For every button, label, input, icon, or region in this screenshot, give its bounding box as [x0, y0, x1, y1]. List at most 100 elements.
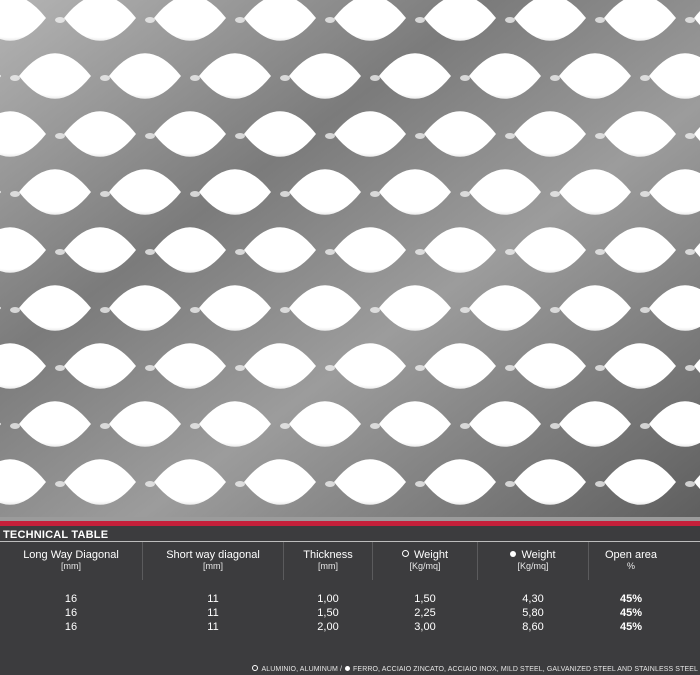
- mesh-highlight: [370, 423, 380, 429]
- header-unit: [mm]: [61, 561, 81, 571]
- mesh-highlight: [640, 75, 650, 81]
- mesh-highlight: [460, 75, 470, 81]
- mesh-highlight: [415, 17, 425, 23]
- mesh-highlight: [10, 423, 20, 429]
- mesh-highlight: [100, 191, 110, 197]
- mesh-highlight: [55, 481, 65, 487]
- header-unit: [Kg/mq]: [409, 561, 441, 571]
- mesh-highlight: [640, 423, 650, 429]
- mesh-highlight: [55, 365, 65, 371]
- mesh-highlight: [55, 249, 65, 255]
- header-weight-steel: Weight [Kg/mq]: [478, 542, 588, 580]
- mesh-highlight: [10, 191, 20, 197]
- filled-circle-icon: [510, 551, 517, 557]
- mesh-highlight: [10, 75, 20, 81]
- cell-thickness: 1,00: [317, 593, 339, 605]
- cell-open-area: 45%: [619, 593, 643, 605]
- mesh-highlight: [685, 365, 695, 371]
- cell-weight-steel: 5,80: [522, 607, 544, 619]
- mesh-highlight: [505, 17, 515, 23]
- cell-open-area: 45%: [619, 607, 643, 619]
- mesh-highlight: [460, 307, 470, 313]
- table-row: 16 11 2,00 3,00 8,60 45%: [0, 621, 700, 634]
- mesh-highlight: [550, 423, 560, 429]
- material-legend: ALUMINIO, ALUMINUM / FERRO, ACCIAIO ZINCA…: [252, 665, 698, 673]
- mesh-highlight: [100, 75, 110, 81]
- header-label: Short way diagonal: [166, 549, 260, 561]
- mesh-highlight: [550, 307, 560, 313]
- mesh-highlight: [190, 191, 200, 197]
- expanded-metal-mesh-image: [0, 0, 700, 517]
- mesh-highlight: [685, 481, 695, 487]
- mesh-highlight: [685, 133, 695, 139]
- header-label: Weight: [413, 549, 449, 561]
- cell-short-way-diagonal: 11: [207, 593, 219, 605]
- mesh-highlight: [145, 481, 155, 487]
- technical-table-panel: TECHNICAL TABLE Long Way Diagonal [mm] S…: [0, 526, 700, 675]
- mesh-highlight: [505, 481, 515, 487]
- mesh-highlight: [685, 249, 695, 255]
- mesh-highlight: [325, 17, 335, 23]
- mesh-highlight: [505, 133, 515, 139]
- cell-short-way-diagonal: 11: [207, 621, 219, 633]
- header-label: Open area: [605, 549, 657, 561]
- mesh-highlight: [595, 17, 605, 23]
- mesh-highlight: [235, 133, 245, 139]
- mesh-highlight: [145, 133, 155, 139]
- mesh-highlight: [550, 191, 560, 197]
- header-unit: [mm]: [203, 561, 223, 571]
- header-short-way-diagonal: Short way diagonal [mm]: [143, 542, 283, 580]
- cell-long-way-diagonal: 16: [64, 593, 78, 605]
- mesh-highlight: [145, 365, 155, 371]
- cell-weight-steel: 4,30: [522, 593, 544, 605]
- mesh-highlight: [190, 75, 200, 81]
- header-unit: [Kg/mq]: [517, 561, 549, 571]
- header-label: Thickness: [303, 549, 353, 561]
- legend-steel-label: FERRO, ACCIAIO ZINCATO, ACCIAIO INOX, MI…: [353, 666, 698, 673]
- mesh-highlight: [415, 365, 425, 371]
- cell-weight-aluminum: 1,50: [414, 593, 436, 605]
- mesh-highlight: [370, 191, 380, 197]
- header-label: Weight: [521, 549, 556, 561]
- mesh-highlight: [235, 17, 245, 23]
- cell-open-area: 45%: [619, 621, 643, 633]
- mesh-highlight: [415, 133, 425, 139]
- mesh-highlight: [550, 75, 560, 81]
- mesh-highlight: [325, 249, 335, 255]
- mesh-highlight: [325, 133, 335, 139]
- mesh-highlight: [685, 17, 695, 23]
- mesh-highlight: [55, 133, 65, 139]
- mesh-highlight: [235, 481, 245, 487]
- mesh-highlight: [595, 481, 605, 487]
- header-unit: [mm]: [318, 561, 338, 571]
- mesh-highlight: [100, 307, 110, 313]
- mesh-highlight: [505, 365, 515, 371]
- mesh-highlight: [55, 17, 65, 23]
- mesh-highlight: [145, 249, 155, 255]
- cell-long-way-diagonal: 16: [64, 607, 78, 619]
- header-label: Long Way Diagonal: [23, 549, 119, 561]
- mesh-highlight: [145, 17, 155, 23]
- cell-long-way-diagonal: 16: [64, 621, 78, 633]
- open-circle-icon: [401, 550, 409, 557]
- mesh-highlight: [325, 365, 335, 371]
- mesh-highlight: [460, 191, 470, 197]
- mesh-highlight: [10, 307, 20, 313]
- mesh-highlight: [235, 365, 245, 371]
- mesh-highlight: [190, 423, 200, 429]
- panel-title: TECHNICAL TABLE: [3, 529, 109, 541]
- cell-weight-aluminum: 3,00: [414, 621, 436, 633]
- mesh-highlight: [415, 249, 425, 255]
- open-circle-icon: [252, 665, 259, 671]
- mesh-highlight: [190, 307, 200, 313]
- header-long-way-diagonal: Long Way Diagonal [mm]: [0, 542, 142, 580]
- table-row: 16 11 1,00 1,50 4,30 45%: [0, 593, 700, 606]
- mesh-highlight: [370, 307, 380, 313]
- mesh-highlight: [280, 307, 290, 313]
- header-unit: %: [626, 561, 635, 571]
- header-open-area: Open area %: [589, 542, 673, 580]
- mesh-highlight: [325, 481, 335, 487]
- mesh-highlight: [595, 365, 605, 371]
- mesh-highlight: [280, 75, 290, 81]
- legend-aluminum-label: ALUMINIO, ALUMINUM /: [261, 666, 343, 673]
